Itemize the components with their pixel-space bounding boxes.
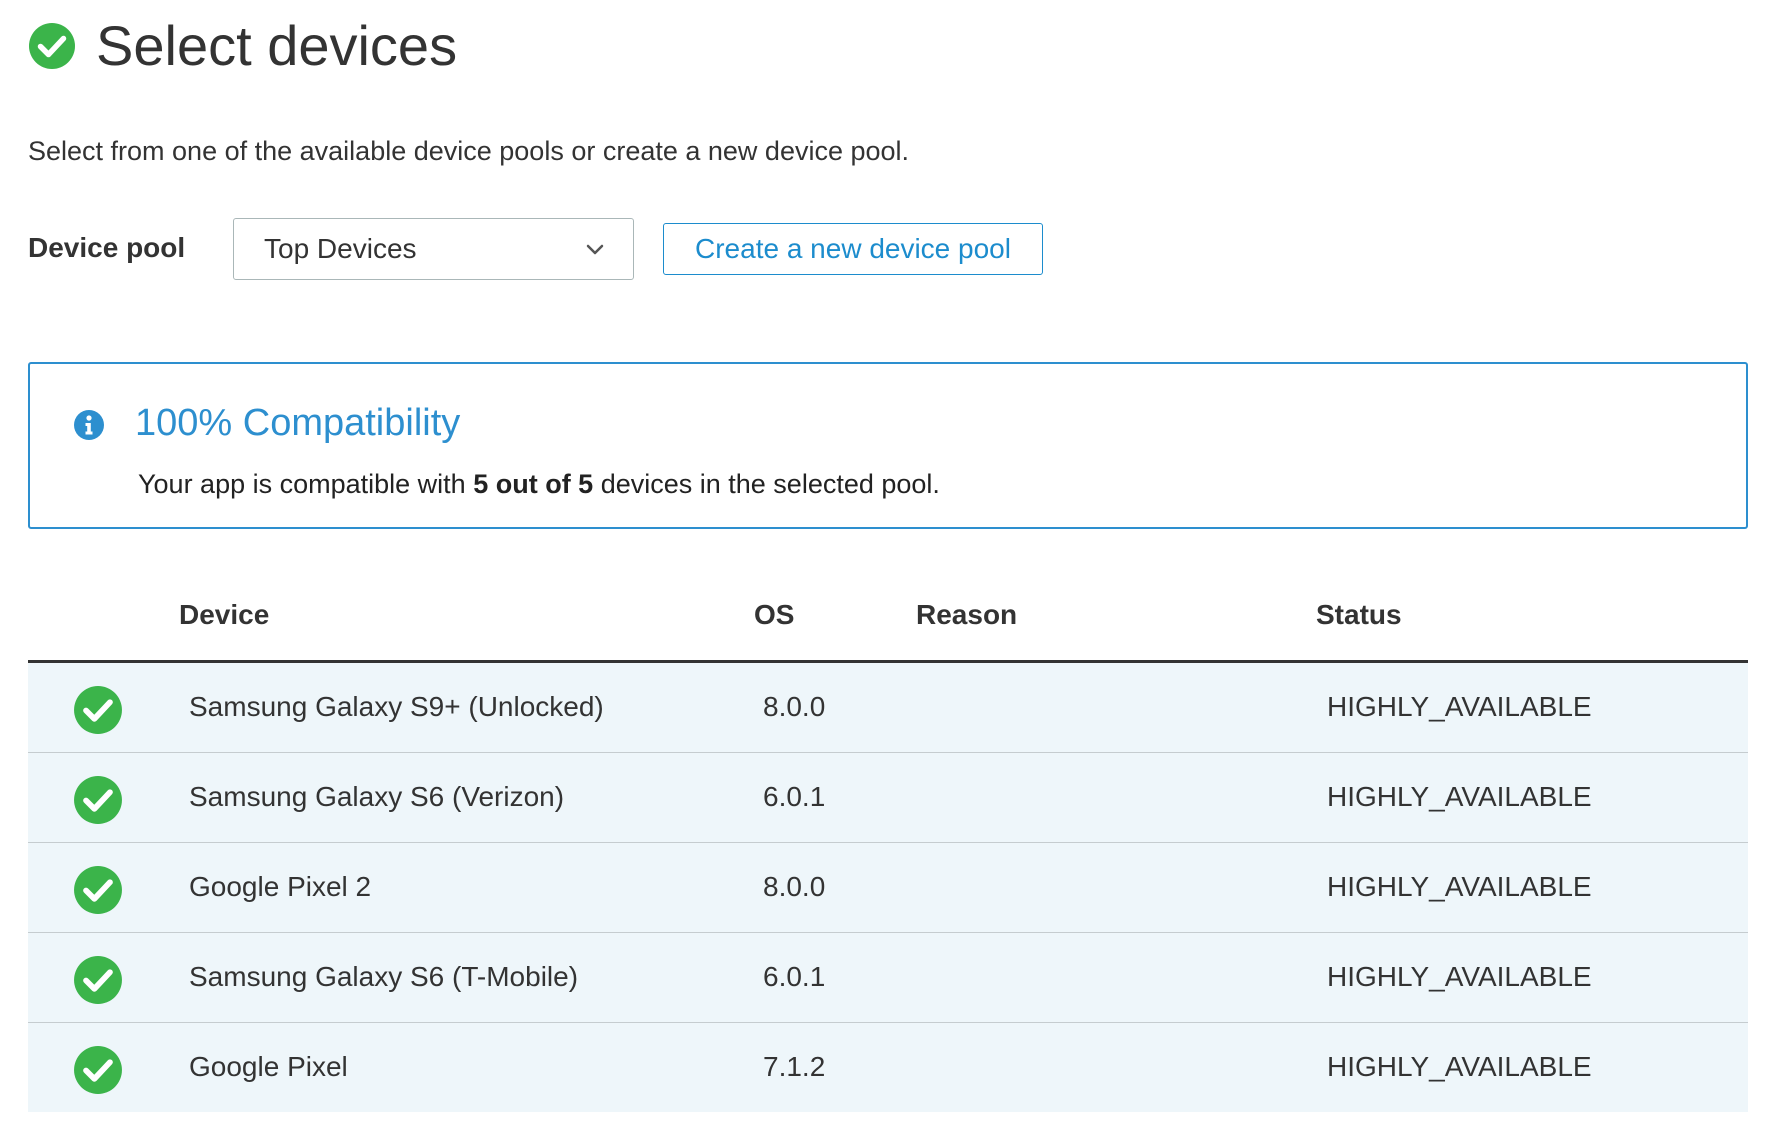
check-circle-icon <box>74 776 122 824</box>
device-status: HIGHLY_AVAILABLE <box>1327 961 1592 992</box>
device-os: 6.0.1 <box>763 961 826 992</box>
create-device-pool-button[interactable]: Create a new device pool <box>663 223 1043 275</box>
page-description: Select from one of the available device … <box>28 136 910 166</box>
device-name: Samsung Galaxy S6 (T-Mobile) <box>189 961 579 992</box>
column-header-status[interactable]: Status <box>1316 599 1402 631</box>
device-os: 8.0.0 <box>763 691 826 722</box>
compatibility-text-after: devices in the selected pool. <box>593 469 940 499</box>
table-header: Device OS Reason Status <box>28 585 1748 663</box>
check-circle-icon <box>74 866 122 914</box>
table-row[interactable]: Google Pixel 7.1.2 HIGHLY_AVAILABLE <box>28 1023 1748 1112</box>
info-icon <box>74 410 104 440</box>
device-pool-label: Device pool <box>28 232 186 263</box>
compatibility-text-before: Your app is compatible with <box>138 469 474 499</box>
compatibility-text: Your app is compatible with 5 out of 5 d… <box>138 469 940 500</box>
column-header-reason[interactable]: Reason <box>916 599 1017 631</box>
check-circle-icon <box>74 686 122 734</box>
check-circle-icon <box>74 1046 122 1094</box>
check-circle-icon <box>29 23 75 69</box>
device-os: 8.0.0 <box>763 871 826 902</box>
column-header-device[interactable]: Device <box>179 599 269 631</box>
device-name: Google Pixel 2 <box>189 871 372 902</box>
check-circle-icon <box>74 956 122 1004</box>
device-name: Samsung Galaxy S9+ (Unlocked) <box>189 691 604 722</box>
chevron-down-icon <box>586 244 604 255</box>
table-row[interactable]: Samsung Galaxy S6 (T-Mobile) 6.0.1 HIGHL… <box>28 933 1748 1023</box>
devices-table: Device OS Reason Status Samsung Galaxy S… <box>28 585 1748 1112</box>
device-pool-selected-value: Top Devices <box>264 233 417 264</box>
compatibility-title: 100% Compatibility <box>135 402 461 444</box>
device-pool-select[interactable]: Top Devices <box>233 218 634 280</box>
compatibility-alert: 100% Compatibility Your app is compatibl… <box>28 362 1748 529</box>
table-row[interactable]: Samsung Galaxy S6 (Verizon) 6.0.1 HIGHLY… <box>28 753 1748 843</box>
device-status: HIGHLY_AVAILABLE <box>1327 871 1592 902</box>
device-os: 7.1.2 <box>763 1051 826 1082</box>
device-name: Samsung Galaxy S6 (Verizon) <box>189 781 565 812</box>
device-os: 6.0.1 <box>763 781 826 812</box>
device-status: HIGHLY_AVAILABLE <box>1327 781 1592 812</box>
column-header-os[interactable]: OS <box>754 599 794 631</box>
select-devices-page: Select devices Select from one of the av… <box>0 0 1776 1138</box>
compatibility-count: 5 out of 5 <box>473 469 594 499</box>
device-name: Google Pixel <box>189 1051 348 1082</box>
device-status: HIGHLY_AVAILABLE <box>1327 1051 1592 1082</box>
table-row[interactable]: Samsung Galaxy S9+ (Unlocked) 8.0.0 HIGH… <box>28 663 1748 753</box>
device-status: HIGHLY_AVAILABLE <box>1327 691 1592 722</box>
page-title: Select devices <box>96 14 458 77</box>
page-header: Select devices <box>28 14 457 78</box>
table-row[interactable]: Google Pixel 2 8.0.0 HIGHLY_AVAILABLE <box>28 843 1748 933</box>
